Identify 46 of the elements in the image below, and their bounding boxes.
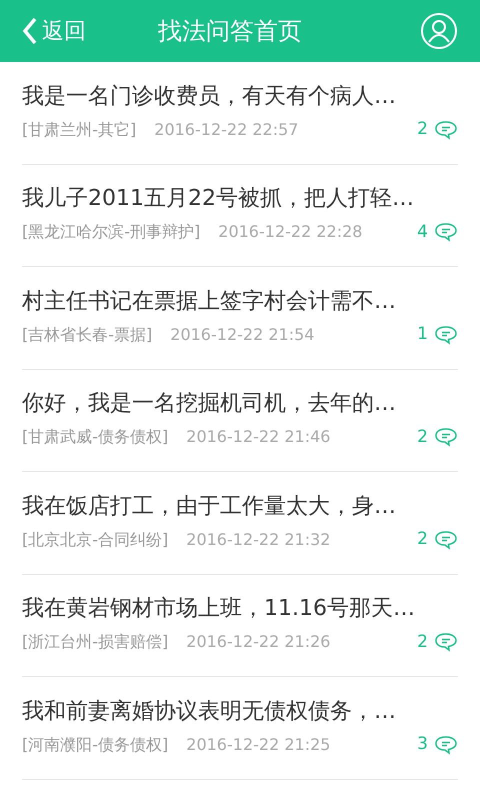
answer-count: 3 [417, 736, 428, 754]
question-item[interactable]: 村主任书记在票据上签字村会计需不… [吉林省长春-票据] 2016-12-22 21:54 1 [22, 267, 458, 370]
question-title: 我儿子2011五月22号被抓，把人打轻… [22, 188, 415, 210]
question-time: 2016-12-22 21:26 [186, 634, 330, 650]
back-icon [22, 17, 38, 45]
page-title: 找法问答首页 [158, 16, 302, 47]
comment-icon [434, 120, 458, 140]
question-title: 你好，我是一名挖掘机司机，去年的… [22, 393, 397, 416]
answer-count: 1 [417, 326, 428, 344]
question-title: 我是一名门诊收费员，有天有个病人… [22, 86, 397, 108]
question-item[interactable]: 我在黄岩钢材市场上班，11.16号那天… [浙江台州-损害赔偿] 2016-12-22 21:26 2 [22, 574, 458, 677]
question-item[interactable]: 我在饭店打工，由于工作量太大，身… [北京北京-合同纠纷] 2016-12-22 21:32 2 [22, 472, 458, 574]
question-title: 我和前妻离婚协议表明无债权债务，… [22, 700, 397, 723]
question-time: 2016-12-22 21:54 [170, 326, 314, 343]
question-tag: [北京北京-合同纠纷] [22, 532, 168, 548]
question-tag: [浙江台州-损害赔偿] [22, 634, 168, 650]
question-time: 2016-12-22 21:25 [186, 736, 330, 753]
question-tag: [河南濮阳-债务债权] [22, 736, 168, 753]
question-tag: [甘肃兰州-其它] [22, 122, 136, 138]
comment-icon [434, 324, 458, 345]
answer-count: 2 [417, 634, 428, 651]
comment-icon [434, 632, 458, 652]
question-tag: [吉林省长春-票据] [22, 326, 152, 343]
question-time: 2016-12-22 21:32 [186, 532, 330, 548]
question-title: 我在黄岩钢材市场上班，11.16号那天… [22, 598, 416, 620]
comment-icon [434, 222, 458, 242]
question-time: 2016-12-22 21:46 [186, 429, 330, 446]
question-tag: [甘肃武威-债务债权] [22, 429, 168, 446]
comment-icon [434, 530, 458, 550]
question-title: 村主任书记在票据上签字村会计需不… [22, 290, 397, 313]
answer-count: 4 [417, 224, 428, 241]
answer-count: 2 [417, 121, 428, 138]
question-item[interactable]: 我是一名门诊收费员，有天有个病人… [甘肃兰州-其它] 2016-12-22 22:57 2 [22, 62, 458, 164]
question-title: 我在饭店打工，由于工作量太大，身… [22, 496, 397, 518]
answer-count: 2 [417, 428, 428, 446]
question-time: 2016-12-22 22:57 [154, 122, 298, 138]
profile-button[interactable] [420, 12, 458, 50]
question-tag: [黑龙江哈尔滨-刑事辩护] [22, 224, 200, 240]
question-item[interactable]: 我儿子2011五月22号被抓，把人打轻… [黑龙江哈尔滨-刑事辩护] 2016-12-22 22:28 4 [22, 164, 458, 267]
comment-icon [434, 427, 458, 448]
question-item[interactable]: 你好，我是一名挖掘机司机，去年的… [甘肃武威-债务债权] 2016-12-22 21:46 2 [22, 370, 458, 472]
answer-count: 2 [417, 531, 428, 548]
question-item[interactable]: 我和前妻离婚协议表明无债权债务，… [河南濮阳-债务债权] 2016-12-22 21:25 3 [22, 677, 458, 780]
comment-icon [434, 734, 458, 755]
user-icon [420, 12, 458, 50]
question-time: 2016-12-22 22:28 [218, 224, 362, 240]
